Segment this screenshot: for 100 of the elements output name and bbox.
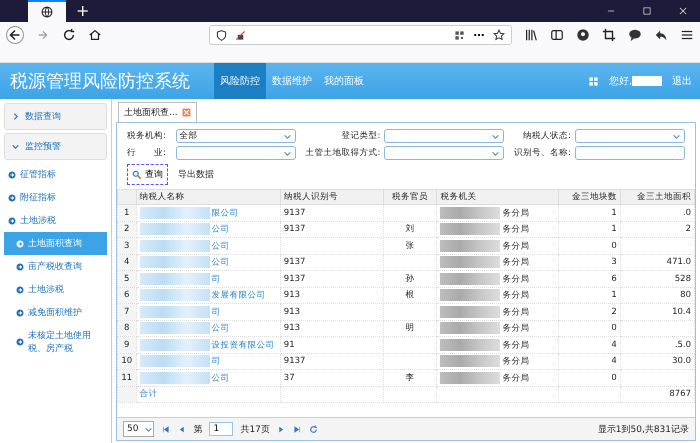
- table-cell: 根: [383, 287, 437, 304]
- sidebar-item[interactable]: 亩产税收查询: [4, 255, 107, 278]
- blurred-area: [140, 272, 210, 285]
- sidebar-item[interactable]: 土地面积查询: [4, 232, 107, 255]
- table-cell: 张: [383, 238, 437, 254]
- table-cell: 2: [558, 304, 620, 320]
- column-header[interactable]: 纳税人名称: [136, 190, 280, 204]
- sidebar-icon[interactable]: [550, 28, 564, 42]
- blurred-area: [440, 355, 500, 368]
- arrow-circle-icon[interactable]: [16, 262, 24, 270]
- shield-icon[interactable]: [216, 30, 227, 40]
- column-header[interactable]: 金三地块数: [558, 190, 620, 204]
- sidebar-group-header[interactable]: 数据查询: [4, 103, 107, 130]
- new-tab-button[interactable]: +: [66, 0, 100, 22]
- taxpayer-link[interactable]: 限公司: [212, 208, 239, 218]
- taxpayer-link[interactable]: 司: [212, 356, 221, 366]
- arrow-circle-icon[interactable]: [16, 240, 24, 248]
- taxpayer-link[interactable]: 公司: [212, 257, 230, 268]
- nav-tab[interactable]: 风险防控: [214, 63, 266, 99]
- row-number: 11: [118, 370, 136, 386]
- blurred-area: [440, 372, 500, 384]
- close-icon[interactable]: [678, 6, 688, 16]
- column-header[interactable]: 税务官员: [383, 190, 437, 204]
- next-page-icon[interactable]: [276, 424, 286, 434]
- taxpayer-link[interactable]: 公司: [212, 323, 230, 334]
- column-header[interactable]: 金三土地面积: [620, 190, 694, 204]
- last-page-icon[interactable]: [292, 424, 302, 434]
- page-size-select[interactable]: 50: [123, 421, 154, 437]
- blurred-area: [140, 289, 210, 302]
- page-tab[interactable]: 土地面积查...: [118, 102, 197, 122]
- refresh-icon[interactable]: [308, 424, 318, 434]
- reload-icon[interactable]: [62, 28, 76, 42]
- crop-icon[interactable]: [602, 28, 616, 42]
- taxpayer-link[interactable]: 公司: [212, 372, 230, 383]
- table-cell: 913: [280, 320, 384, 336]
- first-page-icon[interactable]: [161, 424, 170, 434]
- blurred-area: [140, 355, 210, 368]
- arrow-circle-icon[interactable]: [8, 194, 16, 202]
- table-cell: 9137: [280, 270, 384, 287]
- arrow-circle-icon[interactable]: [16, 308, 24, 316]
- chevron-right-icon[interactable]: [11, 112, 20, 121]
- app-title: 税源管理风险防控系统: [9, 70, 191, 94]
- sidebar-item[interactable]: 附征指标: [4, 186, 107, 209]
- row-number: 5: [118, 270, 136, 287]
- search-icon[interactable]: [132, 170, 142, 180]
- taxpayer-link[interactable]: 司: [212, 274, 221, 284]
- table-cell: 2: [620, 221, 694, 238]
- library-icon[interactable]: [524, 28, 538, 42]
- arrow-circle-icon[interactable]: [8, 170, 16, 178]
- filter-select[interactable]: 全部: [176, 129, 296, 143]
- star-icon[interactable]: [493, 29, 505, 41]
- table-cell: 4: [558, 353, 620, 370]
- tax-office-text: 务分局: [502, 372, 530, 383]
- taxpayer-link[interactable]: 司: [212, 306, 221, 317]
- maximize-icon[interactable]: [642, 6, 652, 16]
- sidebar-item[interactable]: 未核定土地使用税、房产税: [4, 324, 107, 360]
- reply-icon[interactable]: [654, 28, 668, 42]
- column-header[interactable]: 税务机关: [436, 190, 558, 204]
- sidebar-group-header[interactable]: 监控预警: [4, 133, 107, 160]
- prev-page-icon[interactable]: [177, 424, 186, 434]
- row-number: 4: [118, 254, 136, 270]
- row-number: 7: [118, 304, 136, 320]
- menu-icon[interactable]: [680, 28, 694, 42]
- arrow-circle-icon[interactable]: [8, 216, 16, 224]
- row-number: 2: [118, 221, 136, 238]
- arrow-circle-icon[interactable]: [16, 286, 24, 294]
- taxpayer-link[interactable]: 公司: [212, 240, 230, 251]
- column-header[interactable]: 纳税人识别号: [280, 190, 384, 204]
- filter-input[interactable]: [575, 146, 685, 160]
- row-number: 6: [118, 287, 136, 304]
- tax-office-text: 务分局: [502, 240, 530, 251]
- back-icon[interactable]: [6, 26, 24, 44]
- browser-tab[interactable]: [28, 0, 66, 22]
- export-button[interactable]: 导出数据: [178, 168, 214, 181]
- sidebar-item[interactable]: 征管指标: [4, 163, 107, 186]
- query-button[interactable]: 查询: [127, 164, 168, 185]
- filter-label: 纳税人状态:: [522, 130, 571, 142]
- insecure-lock-icon[interactable]: [235, 30, 246, 40]
- table-cell: 528: [620, 270, 694, 287]
- taxpayer-link[interactable]: 公司: [212, 224, 230, 234]
- sidebar-item[interactable]: 土地涉税: [4, 278, 107, 301]
- table-cell: .5.0: [620, 336, 694, 353]
- row-number: 1: [118, 204, 136, 221]
- chat-icon[interactable]: [628, 28, 642, 42]
- arrow-circle-icon[interactable]: [16, 338, 24, 346]
- table-cell: 6: [558, 270, 620, 287]
- qr-code-icon[interactable]: [454, 30, 465, 40]
- page-input[interactable]: 1: [209, 422, 234, 436]
- home-icon[interactable]: [88, 28, 102, 42]
- account-icon[interactable]: [576, 28, 590, 42]
- sidebar-item[interactable]: 土地涉税: [4, 209, 107, 232]
- sidebar-item[interactable]: 减免面积维护: [4, 301, 107, 324]
- globe-icon[interactable]: [41, 6, 53, 18]
- chevron-down-icon[interactable]: [11, 142, 20, 151]
- record-summary: 显示1到50,共831记录: [598, 424, 689, 436]
- address-bar[interactable]: [209, 25, 512, 45]
- table-cell: 李: [383, 370, 437, 386]
- blurred-area: [440, 289, 500, 302]
- table-cell: 471.0: [620, 254, 694, 270]
- grid-icon[interactable]: [588, 76, 599, 86]
